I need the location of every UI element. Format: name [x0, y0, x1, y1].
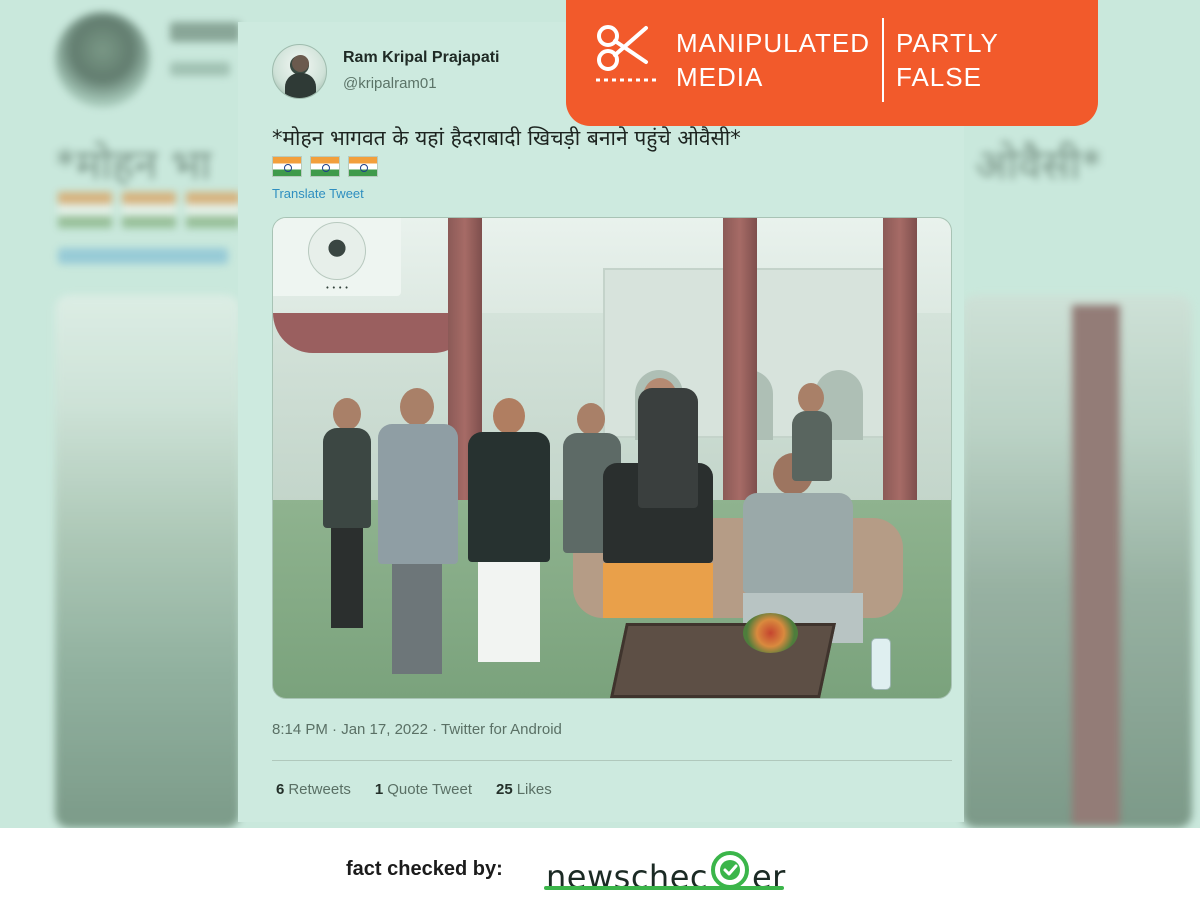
indian-flag-icon: [272, 156, 302, 177]
indian-flag-icon: [310, 156, 340, 177]
blurred-translate-link: [58, 248, 228, 264]
avatar[interactable]: [272, 44, 327, 99]
channel-watermark-logo: • • • •: [273, 218, 401, 296]
verdict-label: PARTLY FALSE: [896, 28, 999, 92]
flag-emoji-row: [272, 156, 378, 177]
badge-divider: [882, 18, 884, 102]
translate-tweet-link[interactable]: Translate Tweet: [272, 186, 364, 201]
scissors-icon: [596, 25, 656, 82]
likes-stat[interactable]: 25 Likes: [496, 781, 552, 798]
blurred-tweet-text-right: ओवैसी*: [975, 140, 1102, 189]
blurred-photo-right: [962, 295, 1192, 828]
blurred-photo-left: [55, 295, 240, 828]
blurred-handle: [170, 62, 230, 76]
tweet-card: Ram Kripal Prajapati @kripalram01 *मोहन …: [238, 22, 964, 822]
blurred-flags: [58, 192, 240, 228]
image-stage: *मोहन भा ओवैसी* Ram Kripal Prajapati @kr…: [0, 0, 1200, 828]
tweet-text: *मोहन भागवत के यहां हैदराबादी खिचड़ी बना…: [272, 126, 741, 150]
tweet-photo[interactable]: • • • •: [272, 217, 952, 699]
blurred-avatar: [55, 12, 150, 107]
divider: [272, 760, 952, 761]
author-name[interactable]: Ram Kripal Prajapati: [343, 49, 500, 67]
author-handle[interactable]: @kripalram01: [343, 75, 437, 92]
quote-tweets-stat[interactable]: 1 Quote Tweet: [375, 781, 472, 798]
fact-check-footer: fact checked by: newschec er: [0, 828, 1200, 900]
logo-underline: [544, 886, 784, 890]
indian-flag-icon: [348, 156, 378, 177]
retweets-stat[interactable]: 6 Retweets: [276, 781, 351, 798]
manipulated-media-label: MANIPULATED MEDIA: [676, 28, 870, 92]
tweet-stats: 6 Retweets 1 Quote Tweet 25 Likes: [276, 781, 552, 798]
fact-checked-by-label: fact checked by:: [346, 858, 503, 880]
tweet-timestamp[interactable]: 8:14 PM · Jan 17, 2022 · Twitter for And…: [272, 721, 562, 738]
blurred-name: [170, 22, 240, 42]
blurred-tweet-text-left: *मोहन भा: [55, 140, 212, 189]
verdict-badge: MANIPULATED MEDIA PARTLY FALSE: [566, 0, 1098, 126]
